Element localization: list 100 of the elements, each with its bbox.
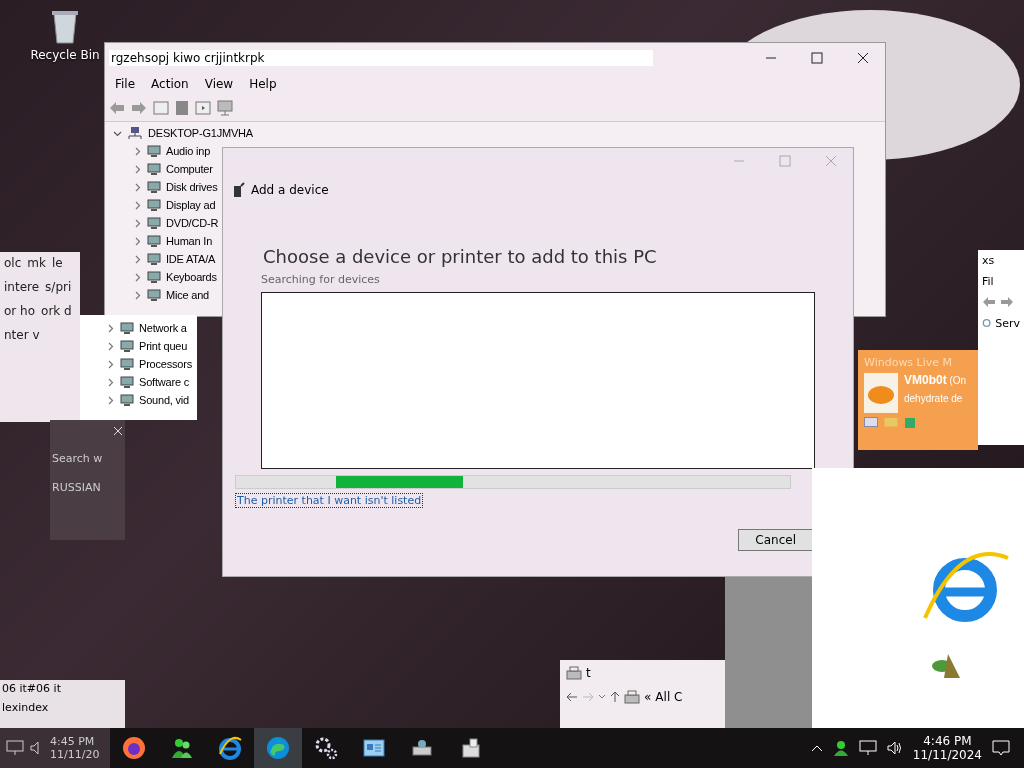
chevron-right-icon[interactable]: [106, 359, 115, 369]
tree-item[interactable]: DESKTOP-G1JMVHA: [148, 127, 253, 139]
device-icon: [147, 198, 161, 212]
back-arrow-icon[interactable]: [982, 296, 996, 308]
e-logo-icon[interactable]: [218, 736, 242, 760]
fragment-text: mk: [27, 256, 46, 270]
fragment-text: s/pri: [45, 280, 72, 294]
window-title: rgzehsopj kiwo crjjintkrpk: [109, 50, 653, 66]
menu-item[interactable]: Help: [243, 75, 283, 93]
gears-icon[interactable]: [314, 736, 338, 760]
desktop-icon-label[interactable]: Recycle Bin: [30, 48, 100, 62]
printer-icon: [624, 690, 640, 704]
chevron-right-icon[interactable]: [106, 377, 115, 387]
recycle-bin-icon[interactable]: [49, 8, 81, 44]
chevron-right-icon[interactable]: [133, 272, 142, 282]
device-icon: [147, 288, 161, 302]
fragment-text: le: [51, 256, 63, 270]
device-icon: [147, 270, 161, 284]
chevron-right-icon[interactable]: [133, 146, 142, 156]
device-icon: [147, 234, 161, 248]
device-icon: [147, 180, 161, 194]
fragment-text: 06 it#06 it: [2, 682, 62, 695]
tree-item[interactable]: Keyboards: [166, 271, 217, 283]
tree-item[interactable]: Human In: [166, 235, 213, 247]
tree-item[interactable]: IDE ATA/A: [166, 253, 216, 265]
presence-text: (On: [949, 375, 967, 386]
chevron-up-icon[interactable]: [810, 744, 823, 752]
chevron-right-icon[interactable]: [133, 236, 142, 246]
speaker-icon[interactable]: [886, 741, 903, 755]
tree-item[interactable]: Display ad: [166, 199, 216, 211]
messenger-brand: Windows Live M: [864, 356, 954, 369]
forward-arrow-icon[interactable]: [1000, 296, 1014, 308]
chevron-right-icon[interactable]: [133, 164, 142, 174]
people-icon[interactable]: [170, 736, 194, 760]
fragment-text: ork d: [41, 304, 72, 318]
clock-time: 4:45 PM: [50, 735, 96, 748]
menu-item[interactable]: Fil: [982, 275, 1020, 288]
breadcrumb-item[interactable]: All C: [655, 690, 683, 704]
window-title: t: [586, 666, 591, 680]
network-icon[interactable]: [858, 740, 877, 756]
close-icon[interactable]: [857, 52, 869, 64]
control-panel-icon[interactable]: [362, 736, 386, 760]
up-arrow-icon[interactable]: [610, 691, 620, 703]
device-icon: [147, 162, 161, 176]
chevron-right-icon[interactable]: [106, 341, 115, 351]
gear-icon: [982, 316, 992, 330]
network-icon[interactable]: [6, 740, 24, 756]
message-text: dehydrate de: [904, 393, 964, 404]
window-play-icon[interactable]: [195, 101, 211, 115]
tree-item[interactable]: Disk drives: [166, 181, 218, 193]
back-arrow-icon[interactable]: [566, 692, 578, 702]
fragment-text: or ho: [4, 304, 36, 318]
clock-date[interactable]: 11/11/2024: [912, 748, 982, 762]
fox-globe-icon[interactable]: [122, 736, 146, 760]
tree-item[interactable]: Print queu: [139, 340, 188, 352]
fragment-text: lexindex: [2, 701, 50, 714]
wave-logo-icon[interactable]: [266, 736, 290, 760]
tree-item[interactable]: Processors: [139, 358, 193, 370]
chevron-right-icon[interactable]: [133, 254, 142, 264]
tree-item[interactable]: Network a: [139, 322, 187, 334]
cancel-button[interactable]: Cancel: [738, 529, 813, 551]
list-item[interactable]: Serv: [995, 316, 1020, 330]
menu-item[interactable]: Action: [145, 75, 195, 93]
tree-item[interactable]: Mice and: [166, 289, 210, 301]
tree-item[interactable]: Software c: [139, 376, 189, 388]
status-text: Searching for devices: [260, 272, 381, 288]
menu-item[interactable]: View: [198, 75, 240, 93]
chevron-right-icon[interactable]: [106, 395, 115, 405]
contact-name: VM0b0t: [904, 373, 947, 387]
window-title: xs: [982, 254, 996, 267]
fragment-text: Search w: [52, 452, 104, 465]
tree-item[interactable]: Audio inp: [166, 145, 211, 157]
fragment-text: RUSSIAN: [52, 481, 102, 494]
chevron-right-icon[interactable]: [133, 290, 142, 300]
maximize-icon[interactable]: [811, 52, 823, 64]
chevron-right-icon[interactable]: [133, 182, 142, 192]
person-icon[interactable]: [832, 739, 849, 757]
breadcrumb-chevrons[interactable]: «: [644, 690, 652, 704]
chevron-right-icon[interactable]: [133, 218, 142, 228]
device-icon: [147, 252, 161, 266]
tree-item[interactable]: Computer: [166, 163, 213, 175]
printer-not-listed-link[interactable]: The printer that I want isn't listed: [235, 493, 424, 508]
chevron-right-icon[interactable]: [106, 323, 115, 333]
monitor-icon[interactable]: [217, 100, 233, 116]
device-icon: [147, 144, 161, 158]
menu-item[interactable]: File: [109, 75, 142, 93]
mail-icon[interactable]: [864, 417, 878, 427]
device-icon: [120, 357, 134, 371]
fragment-text: intere: [4, 280, 40, 294]
forward-arrow-icon[interactable]: [131, 101, 147, 115]
chevron-down-icon[interactable]: [598, 694, 606, 700]
device-icon: [120, 375, 134, 389]
tree-item[interactable]: DVD/CD-R: [166, 217, 219, 229]
notification-icon[interactable]: [992, 740, 1010, 756]
computer-icon: [127, 126, 143, 140]
clock-date: 11/11/20: [50, 748, 100, 761]
clock-time[interactable]: 4:46 PM: [923, 734, 972, 748]
chevron-right-icon[interactable]: [133, 200, 142, 210]
tree-item[interactable]: Sound, vid: [139, 394, 189, 406]
device-icon: [120, 339, 134, 353]
